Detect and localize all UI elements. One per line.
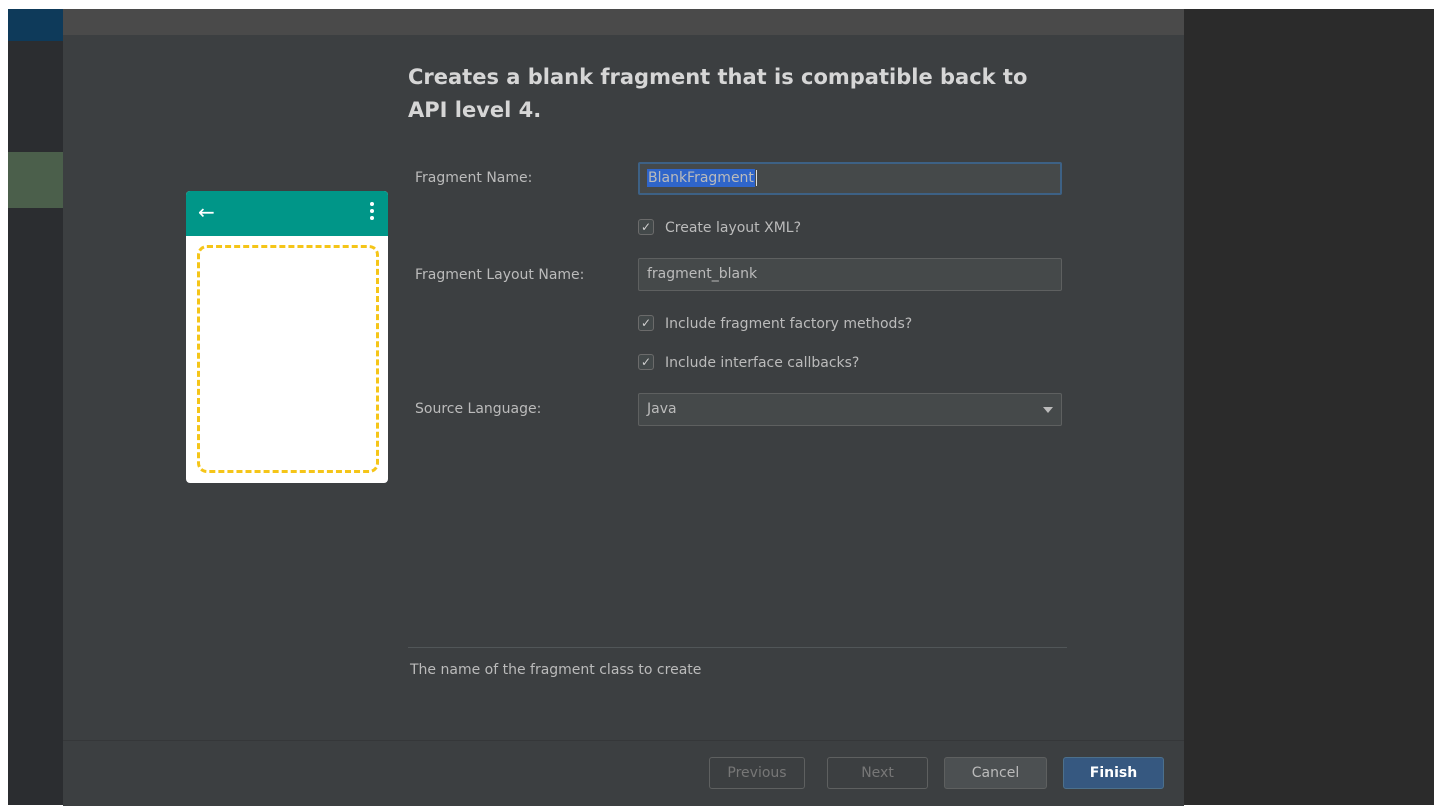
fragment-name-label: Fragment Name:	[415, 170, 533, 186]
field-help-text: The name of the fragment class to create	[410, 662, 702, 678]
finish-button[interactable]: Finish	[1063, 757, 1164, 789]
help-divider	[408, 647, 1067, 648]
source-language-select[interactable]: Java	[638, 393, 1062, 426]
new-fragment-dialog: Creates a blank fragment that is compati…	[63, 9, 1184, 806]
dialog-description-title: Creates a blank fragment that is compati…	[408, 65, 1028, 122]
interface-callbacks-checkbox[interactable]: ✓	[638, 354, 654, 370]
back-arrow-icon: ←	[198, 200, 215, 224]
cancel-button[interactable]: Cancel	[944, 757, 1047, 789]
fragment-placeholder-outline	[197, 245, 379, 473]
fragment-layout-name-label: Fragment Layout Name:	[415, 267, 585, 283]
fragment-layout-name-input[interactable]: fragment_blank	[638, 258, 1062, 291]
source-language-value: Java	[647, 401, 677, 417]
fragment-layout-name-value: fragment_blank	[647, 266, 758, 282]
interface-callbacks-label: Include interface callbacks?	[665, 355, 860, 371]
fragment-preview-phone: ←	[186, 191, 388, 483]
screen: Creates a blank fragment that is compati…	[0, 0, 1434, 809]
ide-selected-item	[8, 152, 63, 208]
preview-app-bar: ←	[186, 191, 388, 236]
factory-methods-label: Include fragment factory methods?	[665, 316, 913, 332]
next-button[interactable]: Next	[827, 757, 928, 789]
fragment-name-input[interactable]: BlankFragment	[638, 162, 1062, 195]
fragment-name-value: BlankFragment	[647, 169, 755, 187]
dropdown-arrow-icon	[1043, 407, 1053, 413]
create-layout-xml-checkbox[interactable]: ✓	[638, 219, 654, 235]
factory-methods-checkbox[interactable]: ✓	[638, 315, 654, 331]
more-vert-icon	[370, 202, 374, 222]
source-language-label: Source Language:	[415, 401, 542, 417]
create-layout-xml-label: Create layout XML?	[665, 220, 802, 236]
ide-right-panel	[1184, 9, 1434, 805]
dialog-header-bar	[63, 9, 1184, 35]
ide-toolbar-highlight	[8, 9, 63, 41]
previous-button[interactable]: Previous	[709, 757, 805, 789]
ide-left-panel	[8, 9, 63, 805]
text-caret	[755, 170, 757, 186]
